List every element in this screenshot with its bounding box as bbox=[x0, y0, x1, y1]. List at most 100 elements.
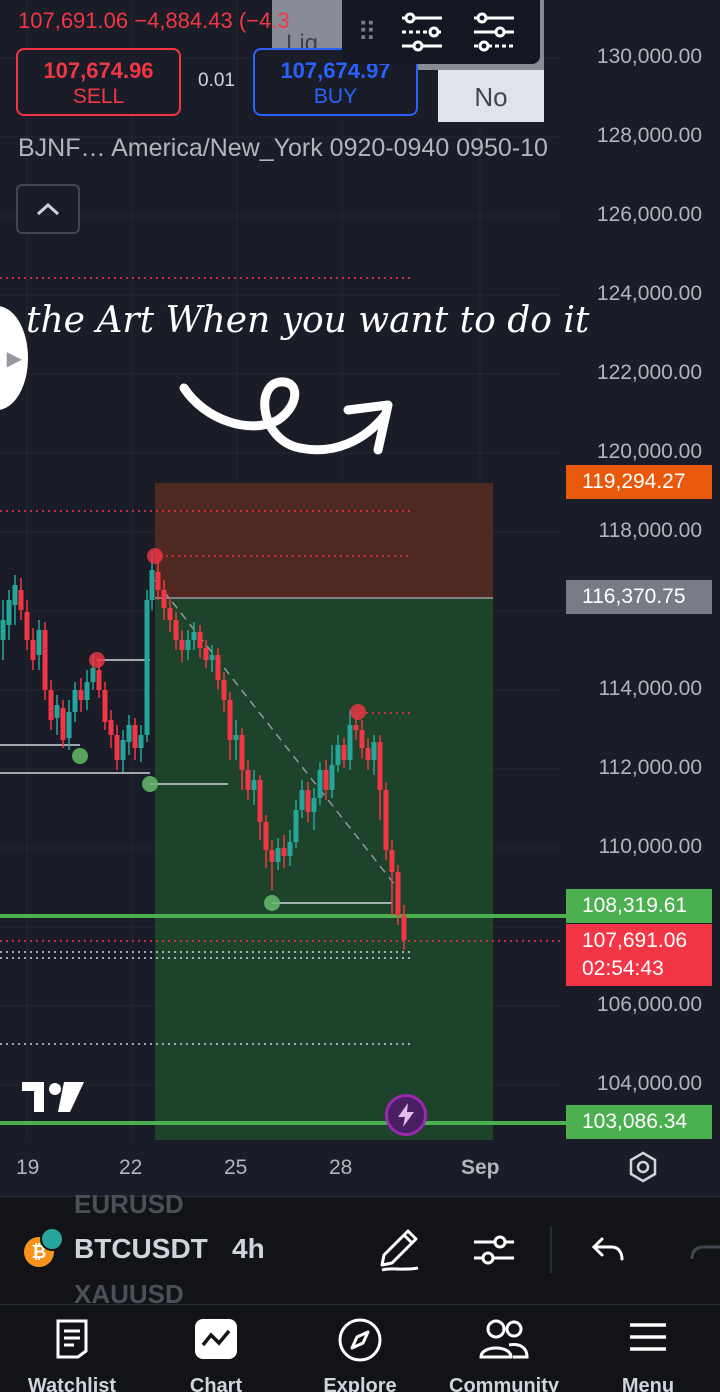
stop-loss-zone bbox=[155, 483, 493, 598]
price-axis-label: 104,000.00 bbox=[596, 1072, 702, 1095]
candle bbox=[78, 678, 84, 712]
chart-area[interactable]: 130,000.00 128,000.00 126,000.00 124,000… bbox=[0, 0, 720, 1196]
symbol-info-line: BJNF… America/New_York 0920-0940 0950-10 bbox=[18, 134, 548, 162]
candle bbox=[6, 590, 12, 640]
nav-label: Watchlist bbox=[27, 1375, 117, 1392]
annotation-arrow bbox=[179, 377, 393, 455]
nav-label: Menu bbox=[621, 1375, 675, 1392]
ticker-line: 107,691.06 −4,884.43 (−4.3 bbox=[18, 8, 290, 34]
candle bbox=[66, 700, 72, 750]
candle bbox=[84, 670, 90, 710]
candle bbox=[18, 578, 24, 620]
style-settings-icon[interactable] bbox=[458, 7, 530, 57]
price-axis-label: 122,000.00 bbox=[596, 361, 702, 384]
candle bbox=[72, 682, 78, 722]
menu-icon bbox=[628, 1317, 668, 1362]
time-axis-label: 19 bbox=[16, 1156, 40, 1179]
time-axis-label: 28 bbox=[329, 1156, 353, 1179]
symbol-toolbar: EURUSD ₿ BTCUSDT XAUUSD 4h bbox=[0, 1189, 720, 1309]
lightning-icon[interactable] bbox=[385, 1094, 427, 1136]
candle bbox=[24, 600, 30, 650]
candle bbox=[383, 782, 389, 860]
sell-label: SELL bbox=[72, 85, 125, 108]
nav-label: Chart bbox=[189, 1375, 243, 1392]
compass-icon bbox=[337, 1317, 383, 1368]
nav-menu[interactable]: Menu bbox=[576, 1305, 720, 1392]
candle bbox=[132, 718, 138, 760]
buy-label: BUY bbox=[313, 85, 358, 108]
spread-value: 0.01 bbox=[198, 70, 235, 91]
candle bbox=[138, 725, 144, 762]
price-axis-label: 130,000.00 bbox=[596, 45, 702, 68]
indicators-icon[interactable] bbox=[472, 1227, 516, 1278]
price-axis-label: 124,000.00 bbox=[596, 282, 702, 305]
community-icon bbox=[479, 1317, 529, 1366]
entry-price-tag: 116,370.75 bbox=[566, 580, 712, 614]
exchange-badge-icon bbox=[40, 1227, 64, 1251]
price-change: −4,884.43 bbox=[134, 8, 233, 33]
level-price-tag-upper: 108,319.61 bbox=[566, 889, 712, 923]
pencil-icon[interactable] bbox=[378, 1227, 422, 1278]
candle bbox=[54, 695, 60, 735]
interval-selector[interactable]: 4h bbox=[232, 1233, 265, 1265]
chart-annotation-text: the Art When you want to do it bbox=[26, 300, 590, 341]
chart-settings-icon[interactable] bbox=[626, 1150, 660, 1189]
last-price-tag: 107,691.06 02:54:43 bbox=[566, 924, 712, 986]
candle bbox=[144, 590, 150, 742]
symbol-carousel-prev[interactable]: EURUSD bbox=[74, 1189, 184, 1220]
tradingview-logo-icon bbox=[22, 1080, 86, 1119]
take-profit-zone bbox=[155, 598, 493, 1140]
candle bbox=[36, 620, 42, 670]
no-button[interactable]: No bbox=[438, 70, 544, 122]
candle bbox=[126, 715, 132, 755]
candle bbox=[114, 725, 120, 770]
candle bbox=[0, 600, 6, 660]
floating-drawing-toolbar[interactable]: ⠿ bbox=[342, 0, 540, 64]
price-axis-label: 110,000.00 bbox=[598, 835, 702, 858]
candle bbox=[108, 710, 114, 748]
time-axis-label: 22 bbox=[119, 1156, 143, 1179]
last-price: 107,691.06 bbox=[582, 929, 688, 952]
drag-handle-icon[interactable]: ⠿ bbox=[342, 17, 386, 48]
candle bbox=[48, 680, 54, 730]
chart-icon bbox=[193, 1317, 239, 1366]
price-axis-label: 112,000.00 bbox=[598, 756, 702, 779]
bottom-navigation: Watchlist Chart Explore Community Menu bbox=[0, 1304, 720, 1392]
sell-button[interactable]: 107,674.96 SELL bbox=[16, 48, 181, 116]
chevron-up-icon bbox=[36, 202, 60, 216]
price-axis-label: 120,000.00 bbox=[596, 440, 702, 463]
nav-watchlist[interactable]: Watchlist bbox=[0, 1305, 144, 1392]
undo-icon[interactable] bbox=[590, 1227, 626, 1278]
toolbar-divider bbox=[550, 1227, 552, 1273]
bar-countdown: 02:54:43 bbox=[582, 957, 664, 980]
nav-label: Community bbox=[449, 1375, 559, 1392]
nav-label: Explore bbox=[323, 1375, 397, 1392]
candle bbox=[12, 575, 18, 625]
time-axis-label: 25 bbox=[224, 1156, 248, 1179]
line-settings-icon[interactable] bbox=[386, 7, 458, 57]
price-change-pct: (−4.3 bbox=[238, 8, 290, 33]
time-axis-label: Sep bbox=[461, 1156, 500, 1179]
stop-loss-price-tag: 119,294.27 bbox=[566, 465, 712, 499]
price-axis-label: 128,000.00 bbox=[596, 124, 702, 147]
price-axis-label: 126,000.00 bbox=[596, 203, 702, 226]
collapse-button[interactable] bbox=[16, 184, 80, 234]
price-axis-label: 114,000.00 bbox=[598, 677, 702, 700]
price-axis-label: 106,000.00 bbox=[596, 993, 702, 1016]
candle bbox=[120, 730, 126, 772]
nav-explore[interactable]: Explore bbox=[288, 1305, 432, 1392]
watchlist-icon bbox=[54, 1317, 90, 1366]
candle bbox=[60, 700, 66, 748]
nav-community[interactable]: Community bbox=[432, 1305, 576, 1392]
candle bbox=[102, 682, 108, 730]
nav-chart[interactable]: Chart bbox=[144, 1305, 288, 1392]
redo-icon[interactable] bbox=[690, 1227, 720, 1278]
sell-price: 107,674.96 bbox=[43, 58, 154, 83]
candle bbox=[42, 622, 48, 700]
chevron-right-icon: ▶ bbox=[6, 348, 22, 370]
symbol-selector[interactable]: BTCUSDT bbox=[74, 1233, 208, 1265]
last-price-header: 107,691.06 bbox=[18, 8, 129, 33]
candle bbox=[30, 628, 36, 670]
price-axis-label: 118,000.00 bbox=[598, 519, 702, 542]
level-price-tag-lower: 103,086.34 bbox=[566, 1105, 712, 1139]
